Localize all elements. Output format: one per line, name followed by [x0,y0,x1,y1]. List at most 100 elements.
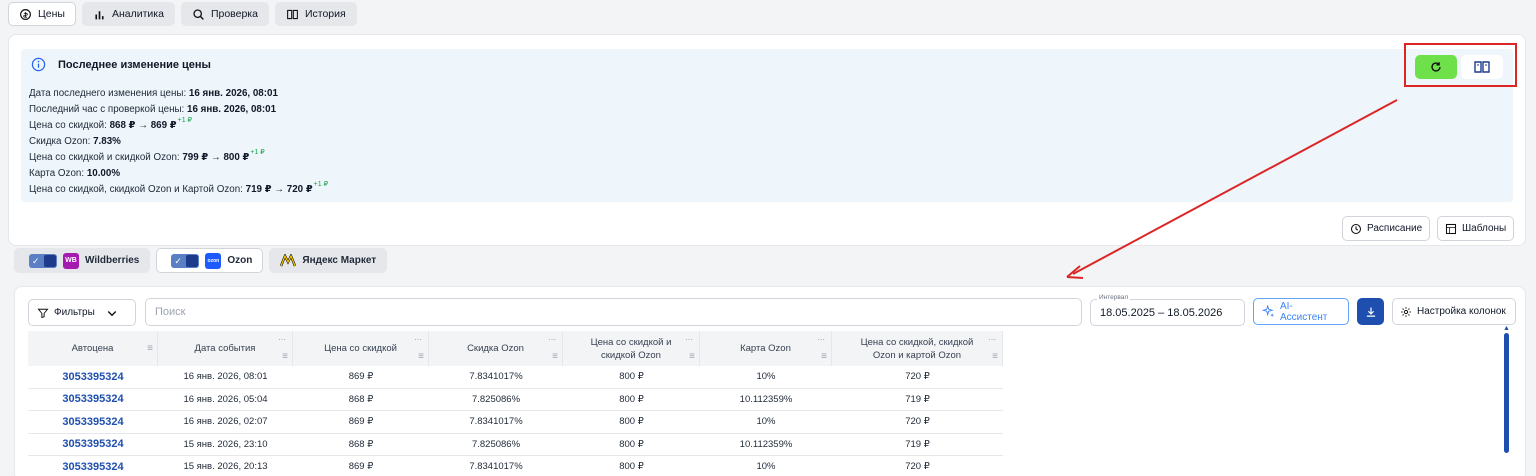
autoprice-link[interactable]: 3053395324 [28,411,158,433]
column-menu-icon[interactable]: ≡ [147,342,153,355]
price-delta: +1 ₽ [177,117,193,124]
interval-label: Интервал [1097,294,1131,301]
ai-assistant-button[interactable]: AI-Ассистент [1253,298,1349,325]
table-row[interactable]: 3053395324 15 янв. 2026, 20:13 869 ₽ 7.8341… [28,456,1003,476]
column-title: Цена со скидкой [324,343,397,354]
table-cell: 719 ₽ [905,393,930,405]
column-more-icon[interactable]: ⋯ [278,333,286,346]
autoprice-link[interactable]: 3053395324 [28,434,158,456]
info-icon [31,57,46,72]
tab-label: Аналитика [111,8,164,20]
marketplace-label: Ozon [227,255,253,266]
column-menu-icon[interactable]: ≡ [689,350,695,363]
column-more-icon[interactable]: ⋯ [988,333,996,346]
marketplace-toggle[interactable]: ✓ [171,253,200,268]
table-cell: 800 ₽ [619,438,644,450]
tab-analytics[interactable]: Аналитика [81,2,175,26]
marketplace-toggle[interactable]: ✓ [29,253,57,268]
download-button[interactable] [1357,298,1384,325]
marketplace-tabs: ✓ WB Wildberries ✓ ozon Ozon Яндекс Марк… [14,248,388,273]
table-cell: 720 ₽ [905,371,930,383]
column-header-date[interactable]: Дата события ⋯ ≡ [158,331,293,366]
table-cell: 800 ₽ [619,371,644,383]
column-menu-icon[interactable]: ≡ [992,350,998,363]
column-more-icon[interactable]: ⋯ [548,333,556,346]
column-more-icon[interactable]: ⋯ [414,333,422,346]
table-cell: 10% [756,371,776,383]
table-cell: 800 ₽ [619,416,644,428]
events-table-card: Фильтры Поиск Интервал 18.05.2025 – 18.0… [14,286,1526,476]
line-value: 10.00% [86,168,121,179]
yandex-market-logo-icon [280,253,297,269]
table-cell: 16 янв. 2026, 05:04 [183,393,268,405]
ai-label: AI-Ассистент [1279,300,1328,323]
interval-value: 18.05.2025 – 18.05.2026 [1100,306,1223,319]
column-settings-button[interactable]: Настройка колонок [1392,298,1516,325]
column-header-ozon-card[interactable]: Карта Ozon ⋯ ≡ [700,331,832,366]
info-line: Последний час с проверкой цены: 16 янв. … [29,102,328,118]
price-delta: +1 ₽ [250,149,265,156]
marketplace-tab-yandex[interactable]: Яндекс Маркет [269,248,388,273]
line-label: Цена со скидкой: [29,120,107,131]
column-menu-icon[interactable]: ≡ [552,350,558,363]
table-row[interactable]: 3053395324 15 янв. 2026, 23:10 868 ₽ 7.8250… [28,434,1003,456]
tab-check[interactable]: Проверка [180,2,269,26]
column-title: Карта Ozon [740,343,791,354]
info-lines: Дата последнего изменения цены: 16 янв. … [29,86,328,198]
history-view-button[interactable] [1461,55,1503,79]
column-more-icon[interactable]: ⋯ [817,333,825,346]
filters-button[interactable]: Фильтры [28,299,136,326]
line-value: 16 янв. 2026, 08:01 [188,88,278,99]
autoprice-link[interactable]: 3053395324 [28,366,158,388]
column-title: Скидка Ozon [467,343,524,354]
search-input[interactable]: Поиск [145,298,1082,326]
marketplace-tab-wildberries[interactable]: ✓ WB Wildberries [14,248,151,273]
table-cell: 7.825086% [471,393,521,405]
table-cell: 15 янв. 2026, 23:10 [183,438,268,450]
price-info-panel: Последнее изменение цены Дата последнего… [21,49,1513,202]
info-line: Цена со скидкой и скидкой Ozon: 799 ₽ → … [29,149,328,166]
price-delta: +1 ₽ [313,181,329,188]
scroll-up-icon[interactable]: ▲ [1503,325,1510,332]
table-cell: 7.8341017% [469,371,523,383]
tab-prices[interactable]: Цены [8,2,76,26]
refresh-coins-icon [20,8,31,20]
book-icon [1474,61,1490,73]
table-row[interactable]: 3053395324 16 янв. 2026, 08:01 869 ₽ 7.8341… [28,366,1003,389]
templates-button[interactable]: Шаблоны [1437,216,1515,241]
table-row[interactable]: 3053395324 16 янв. 2026, 05:04 868 ₽ 7.8250… [28,389,1003,411]
highlight-box [1404,43,1517,87]
column-menu-icon[interactable]: ≡ [418,350,424,363]
column-menu-icon[interactable]: ≡ [282,350,288,363]
line-value: 16 янв. 2026, 08:01 [187,104,277,115]
autoprice-link[interactable]: 3053395324 [28,456,158,476]
autoprice-toggle-button[interactable] [1415,55,1457,79]
templates-label: Шаблоны [1462,223,1507,234]
autoprice-link[interactable]: 3053395324 [28,389,158,411]
column-header-price-ozon-card[interactable]: Цена со скидкой, скидкой Ozon и картой O… [832,331,1003,366]
table-row[interactable]: 3053395324 16 янв. 2026, 02:07 869 ₽ 7.8341… [28,411,1003,434]
column-header-ozon-discount[interactable]: Скидка Ozon ⋯ ≡ [429,331,563,366]
marketplace-tab-ozon[interactable]: ✓ ozon Ozon [156,248,264,273]
column-title: Автоцена [71,343,114,354]
vertical-scrollbar[interactable] [1504,333,1509,453]
column-header-autoprice[interactable]: Автоцена ≡ [28,331,158,366]
table-cell: 7.825086% [471,438,521,450]
table-body: 3053395324 16 янв. 2026, 08:01 869 ₽ 7.8341… [28,366,1003,476]
schedule-button[interactable]: Расписание [1342,216,1431,241]
schedule-label: Расписание [1367,223,1423,234]
column-header-discount-price[interactable]: Цена со скидкой ⋯ ≡ [293,331,429,366]
info-line: Цена со скидкой, скидкой Ozon и Картой O… [29,181,329,198]
chevron-down-icon [107,310,117,316]
column-more-icon[interactable]: ⋯ [685,333,693,346]
table-cell: 10.112359% [739,438,793,450]
table-cell: 10.112359% [739,393,793,405]
column-title: Цена со скидкой, скидкой Ozon и картой O… [860,336,974,361]
book-icon [287,9,298,19]
line-value: 799 ₽ → 800 ₽ [182,152,250,163]
column-header-price-ozon[interactable]: Цена со скидкой и скидкой Ozon ⋯ ≡ [563,331,700,366]
table-cell: 15 янв. 2026, 20:13 [183,461,268,473]
column-menu-icon[interactable]: ≡ [821,350,827,363]
tab-history[interactable]: История [274,2,357,26]
interval-date-picker[interactable]: Интервал 18.05.2025 – 18.05.2026 [1090,294,1245,326]
